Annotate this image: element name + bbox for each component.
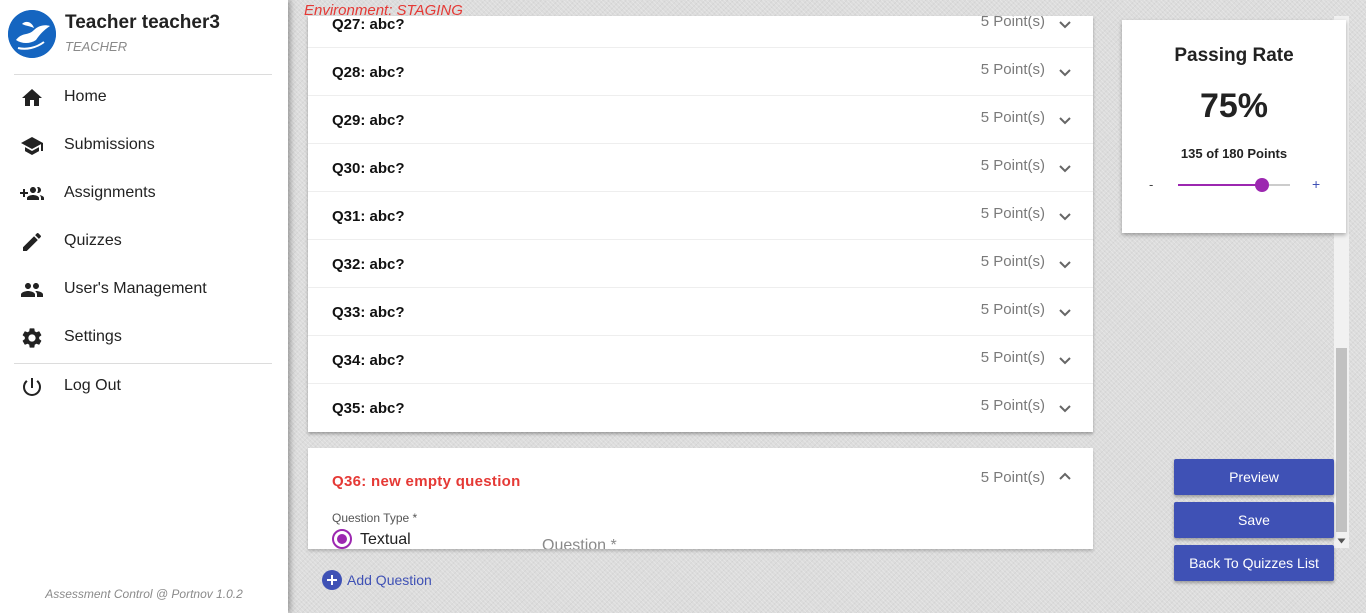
nav-item-settings[interactable]: Settings (0, 314, 288, 362)
home-icon (20, 86, 44, 110)
nav-item-assignments[interactable]: Assignments (0, 170, 288, 218)
chevron-down-icon[interactable] (1057, 160, 1073, 176)
user-role: TEACHER (65, 39, 128, 54)
passing-rate-slider[interactable] (1178, 178, 1290, 192)
passing-rate-value: 75% (1199, 87, 1269, 125)
nav-item-home[interactable]: Home (0, 74, 288, 122)
question-points: 5 Point(s) (980, 301, 1045, 318)
question-title: Q35: abc? (332, 400, 405, 417)
question-input[interactable] (542, 531, 1062, 549)
passing-rate-points: 135 of 180 Points (1180, 146, 1288, 161)
question-points: 5 Point(s) (980, 109, 1045, 126)
slider-fill (1178, 184, 1262, 186)
add-group-icon (20, 182, 44, 206)
question-title: Q34: abc? (332, 352, 405, 369)
question-row[interactable]: Q30: abc? 5 Point(s) (308, 144, 1093, 192)
passing-rate-title: Passing Rate (1174, 45, 1294, 66)
nav-label: Home (64, 88, 107, 105)
save-button[interactable]: Save (1174, 502, 1334, 538)
question-row[interactable]: Q31: abc? 5 Point(s) (308, 192, 1093, 240)
question-title: Q27: abc? (332, 16, 405, 33)
pencil-icon (20, 230, 44, 254)
question-title: Q30: abc? (332, 160, 405, 177)
question-type-label: Question Type * (332, 511, 418, 525)
question-row[interactable]: Q35: abc? 5 Point(s) (308, 384, 1093, 432)
chevron-down-icon[interactable] (1057, 256, 1073, 272)
logout-label: Log Out (64, 377, 121, 394)
question-points: 5 Point(s) (980, 349, 1045, 366)
chevron-down-icon[interactable] (1057, 64, 1073, 80)
gear-icon (20, 326, 44, 350)
people-icon (20, 278, 44, 302)
question-title: Q29: abc? (332, 112, 405, 129)
question-points: 5 Point(s) (980, 205, 1045, 222)
chevron-down-icon[interactable] (1057, 304, 1073, 320)
power-icon (20, 375, 44, 399)
question-row[interactable]: Q29: abc? 5 Point(s) (308, 96, 1093, 144)
nav-item-users-management[interactable]: User's Management (0, 266, 288, 314)
question-points: 5 Point(s) (980, 469, 1045, 486)
question-row[interactable]: Q34: abc? 5 Point(s) (308, 336, 1093, 384)
question-title: Q31: abc? (332, 208, 405, 225)
question-row[interactable]: Q32: abc? 5 Point(s) (308, 240, 1093, 288)
nav-label: User's Management (64, 280, 207, 297)
sidebar: Teacher teacher3 TEACHER Home Submission… (0, 0, 288, 613)
add-circle-icon (322, 570, 342, 590)
question-points: 5 Point(s) (980, 61, 1045, 78)
chevron-down-icon[interactable] (1057, 16, 1073, 32)
scrollbar-thumb[interactable] (1336, 348, 1347, 532)
chevron-down-icon[interactable] (1057, 208, 1073, 224)
school-icon (20, 134, 44, 158)
footer-version: Assessment Control @ Portnov 1.0.2 (45, 587, 243, 601)
question-points: 5 Point(s) (980, 397, 1045, 414)
slider-increase[interactable]: + (1312, 176, 1320, 192)
nav-label: Settings (64, 328, 122, 345)
question-points: 5 Point(s) (980, 157, 1045, 174)
avatar (8, 10, 56, 58)
radio-textual[interactable] (332, 529, 352, 549)
chevron-down-icon[interactable] (1057, 352, 1073, 368)
radio-textual-label[interactable]: Textual (360, 531, 411, 549)
question-row[interactable]: Q33: abc? 5 Point(s) (308, 288, 1093, 336)
logout-button[interactable]: Log Out (0, 363, 288, 411)
question-list: Q27: abc? 5 Point(s) Q28: abc? 5 Point(s… (308, 16, 1093, 432)
preview-button[interactable]: Preview (1174, 459, 1334, 495)
user-name: Teacher teacher3 (65, 12, 220, 33)
chevron-down-icon[interactable] (1057, 112, 1073, 128)
add-question-label: Add Question (347, 572, 432, 588)
passing-rate-card: Passing Rate 75% 135 of 180 Points - + (1122, 20, 1346, 233)
slider-thumb[interactable] (1255, 178, 1269, 192)
question-title: Q32: abc? (332, 256, 405, 273)
user-profile: Teacher teacher3 TEACHER (8, 8, 278, 68)
question-row[interactable]: Q28: abc? 5 Point(s) (308, 48, 1093, 96)
chevron-down-icon[interactable] (1057, 400, 1073, 416)
question-title: Q33: abc? (332, 304, 405, 321)
question-points: 5 Point(s) (980, 16, 1045, 30)
back-to-quizzes-button[interactable]: Back To Quizzes List (1174, 545, 1334, 581)
question-title[interactable]: Q36: new empty question (332, 473, 521, 490)
question-title: Q28: abc? (332, 64, 405, 81)
expanded-question: Q36: new empty question 5 Point(s) Quest… (308, 448, 1093, 549)
nav-item-submissions[interactable]: Submissions (0, 122, 288, 170)
question-points: 5 Point(s) (980, 253, 1045, 270)
scroll-down-arrow-icon[interactable] (1337, 537, 1346, 545)
question-row[interactable]: Q27: abc? 5 Point(s) (308, 16, 1093, 48)
nav-label: Assignments (64, 184, 156, 201)
slider-decrease[interactable]: - (1149, 177, 1153, 192)
nav-label: Quizzes (64, 232, 122, 249)
nav-label: Submissions (64, 136, 155, 153)
nav-item-quizzes[interactable]: Quizzes (0, 218, 288, 266)
chevron-up-icon[interactable] (1057, 468, 1073, 484)
environment-label: Environment: STAGING (304, 3, 463, 15)
